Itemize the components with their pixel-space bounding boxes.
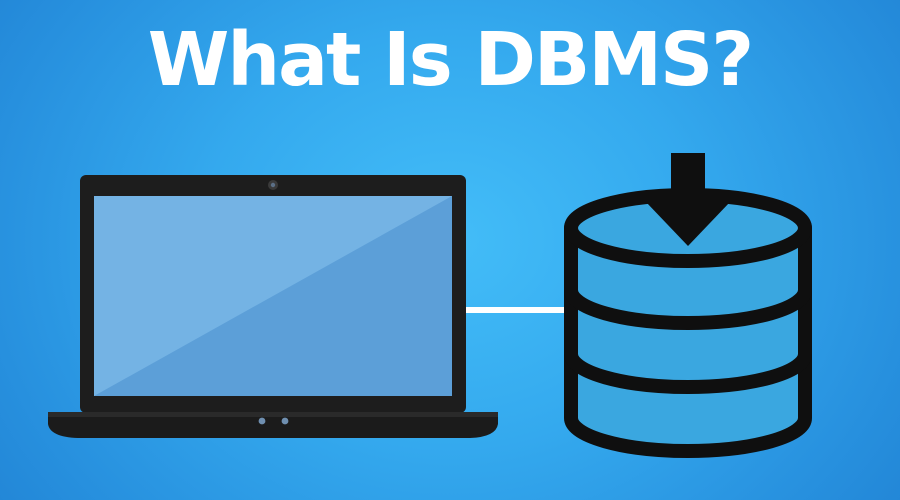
laptop-base <box>48 414 498 438</box>
laptop-icon <box>48 175 498 438</box>
illustration <box>48 153 812 458</box>
status-light-icon <box>258 417 266 425</box>
status-light-icon <box>281 417 289 425</box>
hero-banner: What Is DBMS? <box>0 0 900 500</box>
